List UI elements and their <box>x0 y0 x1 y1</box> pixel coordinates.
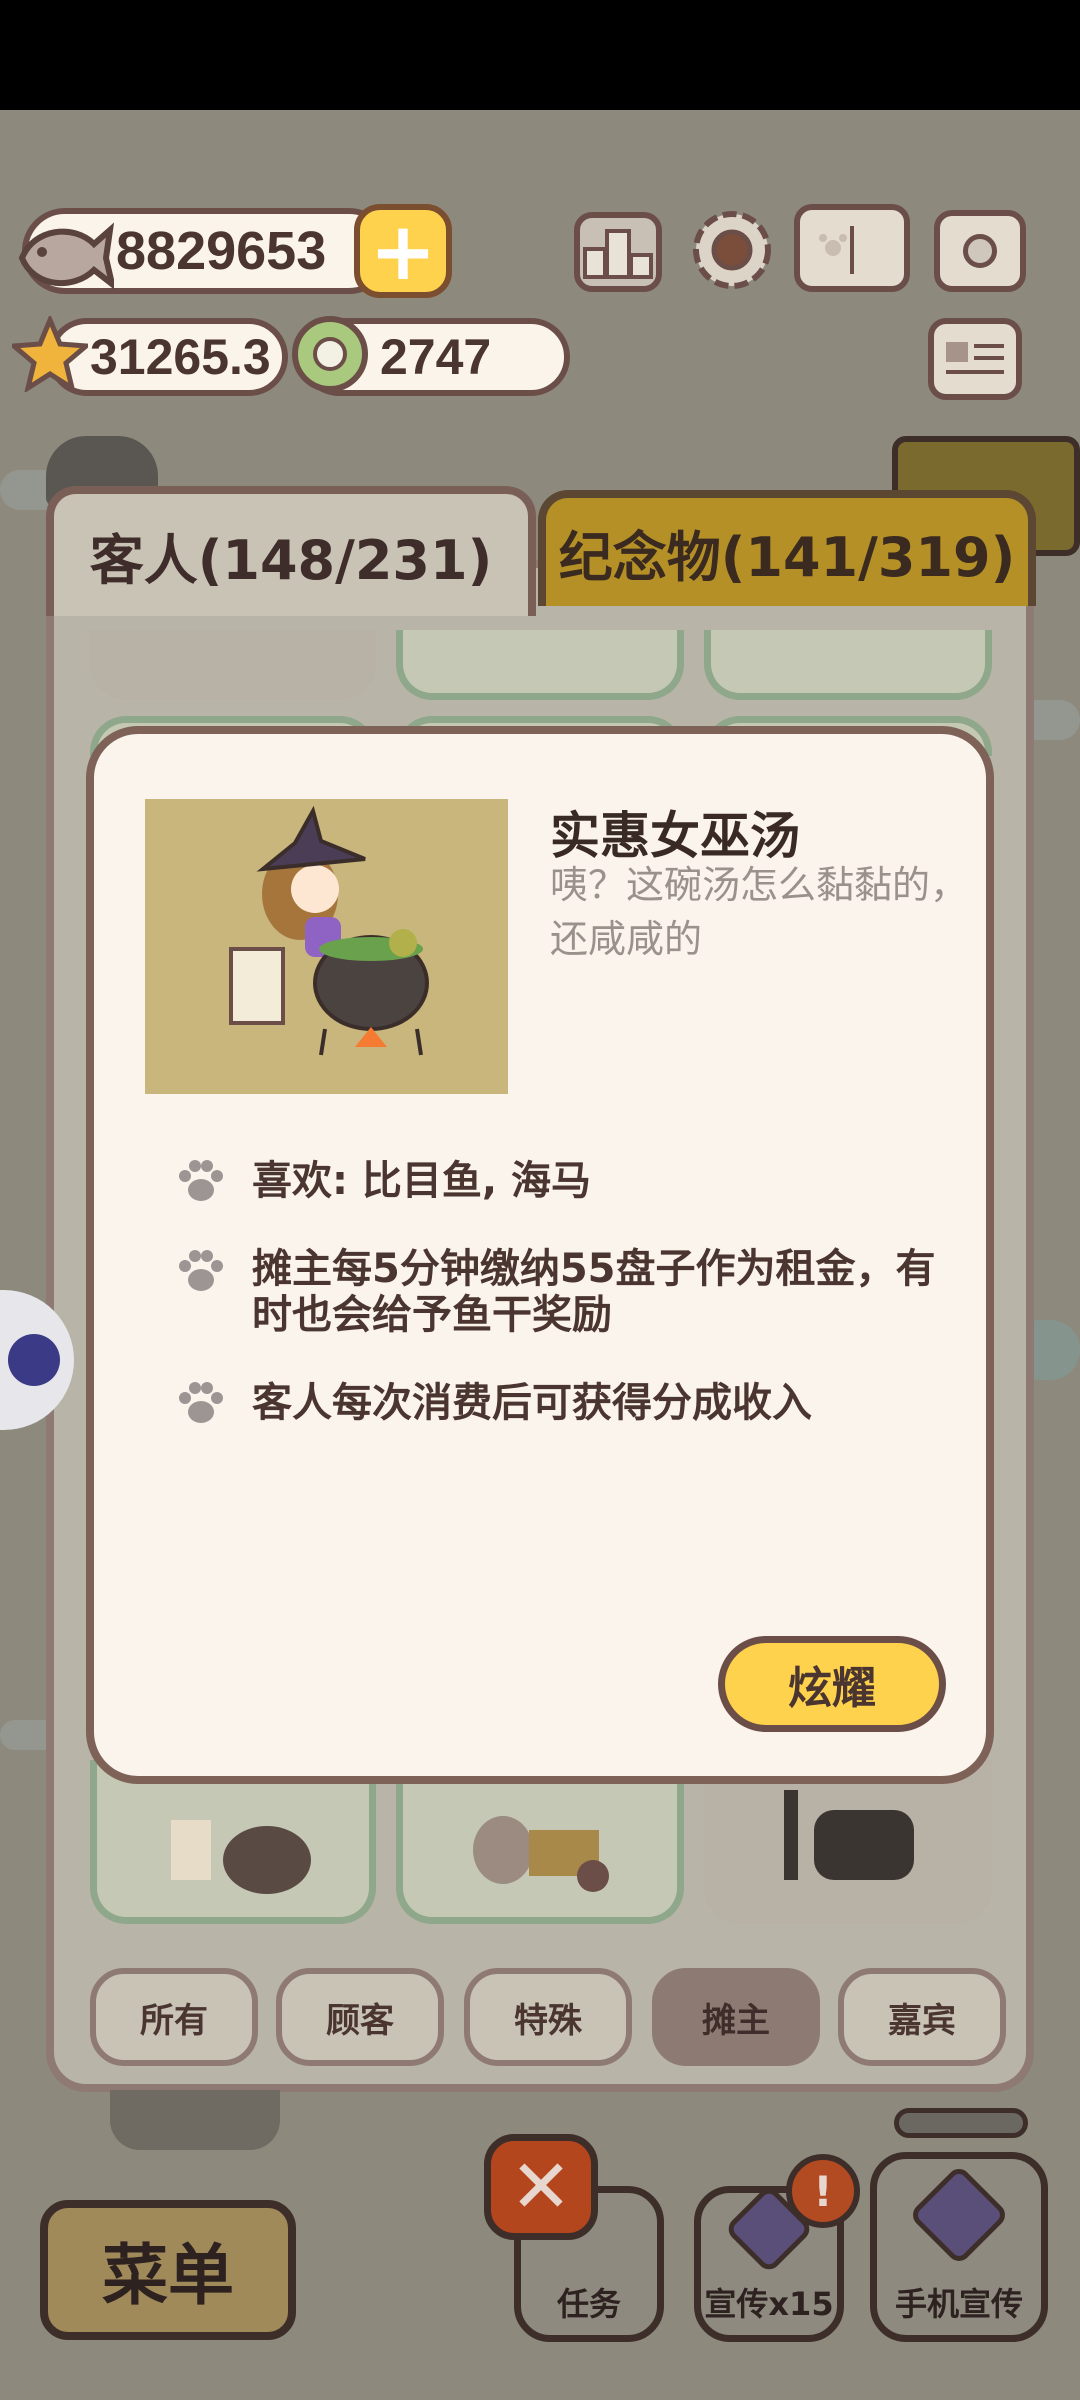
fish-count: 8829653 <box>116 221 327 281</box>
tasks-label: 任务 <box>556 2285 621 2323</box>
tab-souvenirs[interactable]: 纪念物(141/319) <box>538 490 1036 606</box>
newspaper-icon[interactable] <box>928 318 1022 400</box>
menu-label: 菜单 <box>102 2237 234 2314</box>
phone-promote-button[interactable]: 手机宣传 <box>870 2152 1048 2342</box>
guest-card[interactable] <box>396 630 684 700</box>
menu-button[interactable]: 菜单 <box>40 2200 296 2340</box>
dog-stall-thumbnail-icon <box>473 1816 609 1892</box>
scroll-handle[interactable] <box>894 2108 1028 2138</box>
chat-icon <box>8 1334 60 1386</box>
paw-icon <box>179 1382 223 1423</box>
guest-portrait <box>145 799 508 1094</box>
filter-stall-owners[interactable]: 摊主 <box>652 1968 820 2066</box>
share-button[interactable]: 炫耀 <box>718 1636 946 1732</box>
close-icon: ✕ <box>509 2144 572 2230</box>
close-button[interactable]: ✕ <box>484 2134 598 2240</box>
filter-special[interactable]: 特殊 <box>464 1968 632 2066</box>
guest-card[interactable] <box>704 630 992 700</box>
star-icon <box>7 313 93 394</box>
filter-all[interactable]: 所有 <box>90 1968 258 2066</box>
witch-thumbnail-icon <box>171 1820 311 1894</box>
filter-customers[interactable]: 顾客 <box>276 1968 444 2066</box>
guest-description: 咦？这碗汤怎么黏黏的，还咸咸的 <box>550 863 969 961</box>
stars-count: 31265.3 <box>90 329 271 385</box>
gear-icon[interactable] <box>686 204 778 296</box>
paw-book-icon[interactable] <box>794 204 910 292</box>
guest-card-witch[interactable] <box>90 1760 376 1924</box>
phone-promote-label: 手机宣传 <box>894 2285 1023 2323</box>
rent-text: 摊主每5分钟缴纳55盘子作为租金，有时也会给予鱼干奖励 <box>252 1246 936 1338</box>
stall-decoration <box>110 2090 280 2150</box>
podium-icon[interactable] <box>574 212 662 292</box>
guest-card-dog[interactable] <box>396 1760 684 1924</box>
camera-icon[interactable] <box>934 210 1026 292</box>
fish-icon <box>14 204 117 300</box>
paw-icon <box>179 1160 223 1201</box>
plate-coin-icon <box>292 316 368 392</box>
tab-guests[interactable]: 客人(148/231) <box>46 486 536 616</box>
promote-label: 宣传x15 <box>704 2285 834 2323</box>
witch-portrait-icon <box>229 805 429 1056</box>
exclamation-icon: ! <box>813 2166 833 2216</box>
guest-card-locked[interactable] <box>704 1760 992 1924</box>
guest-card[interactable] <box>90 630 376 700</box>
add-fish-button[interactable]: + <box>354 204 452 298</box>
silhouette-icon <box>784 1790 914 1880</box>
status-bar <box>0 0 1080 110</box>
filter-guests[interactable]: 嘉宾 <box>838 1968 1006 2066</box>
plus-icon: + <box>369 204 437 298</box>
paw-icon <box>179 1250 223 1291</box>
phone-promo-icon <box>908 2164 1010 2266</box>
likes-text: 喜欢: 比目鱼, 海马 <box>252 1158 592 1204</box>
revenue-share-text: 客人每次消费后可获得分成收入 <box>252 1380 812 1426</box>
notification-badge: ! <box>786 2154 860 2228</box>
plates-count: 2747 <box>380 329 492 385</box>
